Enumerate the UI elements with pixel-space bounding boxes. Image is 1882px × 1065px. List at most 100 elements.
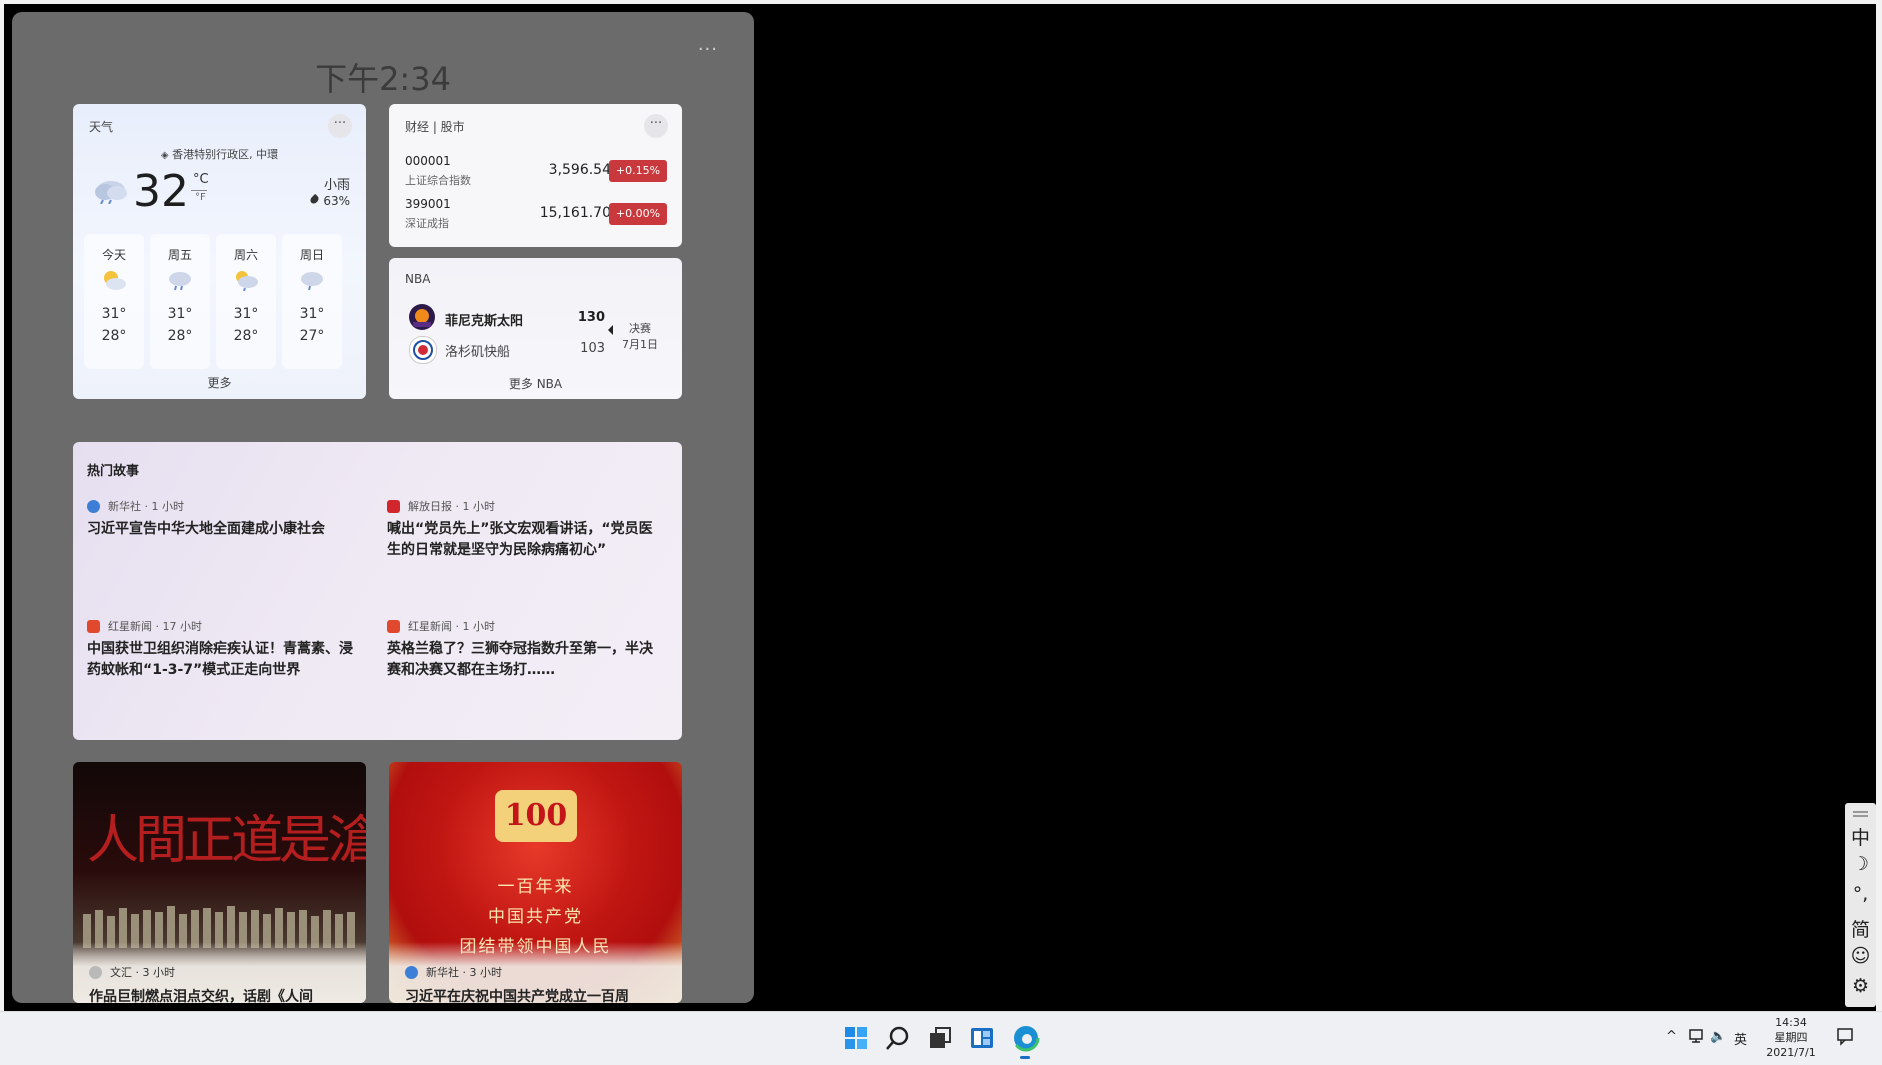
story-title[interactable]: 中国获世卫组织消除疟疾认证！青蒿素、浸药蚊帐和“1-3-7”模式正走向世界 — [87, 639, 357, 681]
hongxing-logo-icon — [87, 619, 100, 633]
finance-more-icon[interactable]: ··· — [644, 114, 668, 138]
edge-browser-icon[interactable] — [1012, 1024, 1040, 1052]
rain-cloud-icon — [282, 262, 342, 298]
chevron-up-icon[interactable]: ^ — [1666, 1029, 1677, 1044]
panel-time: 下午2:34 — [315, 60, 451, 98]
story-source-text: 解放日报 · 1 小时 — [408, 500, 495, 513]
ime-drag-handle[interactable] — [1853, 811, 1868, 813]
stock-change-badge: +0.00% — [609, 203, 667, 225]
active-app-indicator — [1020, 1056, 1030, 1059]
forecast-day[interactable]: 周日 31° 27° — [282, 234, 342, 369]
story-item[interactable]: 解放日报 · 1 小时 喊出“党员先上”张文宏观看讲话，“党员医生的日常就是坚守… — [387, 497, 657, 561]
weather-more-icon[interactable]: ··· — [328, 114, 352, 138]
stock-value: 15,161.70 — [539, 205, 611, 221]
image-card-source-text: 文汇 · 3 小时 — [110, 966, 175, 979]
nba-title: NBA — [405, 272, 431, 286]
game-stage: 决赛 — [629, 322, 651, 335]
story-item[interactable]: 红星新闻 · 17 小时 中国获世卫组织消除疟疾认证！青蒿素、浸药蚊帐和“1-3… — [87, 617, 357, 681]
settings-icon[interactable]: ⚙ — [1845, 975, 1876, 997]
forecast-high: 31° — [101, 306, 127, 322]
forecast-day-name: 周五 — [167, 248, 192, 262]
weather-more-link[interactable]: 更多 — [73, 374, 366, 391]
notification-icon[interactable] — [1836, 1026, 1854, 1046]
stock-name: 上证综合指数 — [405, 174, 471, 187]
stock-code[interactable]: 000001 — [405, 154, 451, 168]
task-view-icon[interactable] — [926, 1024, 954, 1052]
story-source-text: 红星新闻 · 1 小时 — [408, 620, 495, 633]
image-card-title[interactable]: 作品巨制燃点泪点交织，话剧《人间 — [89, 986, 313, 1003]
forecast-low: 28° — [101, 328, 127, 344]
forecast-day[interactable]: 今天 31° 28° — [84, 234, 144, 369]
forecast-low: 28° — [167, 328, 193, 344]
image-card-title[interactable]: 习近平在庆祝中国共产党成立一百周 — [405, 986, 629, 1003]
nba-more-link[interactable]: 更多 NBA — [389, 375, 682, 392]
image-text-line: 中国共产党 — [488, 907, 583, 927]
story-title[interactable]: 喊出“党员先上”张文宏观看讲话，“党员医生的日常就是坚守为民除病痛初心” — [387, 519, 657, 561]
team-score: 130 — [577, 310, 605, 325]
unit-divider — [191, 190, 207, 191]
story-title[interactable]: 习近平宣告中华大地全面建成小康社会 — [87, 519, 357, 540]
weather-condition: 小雨 — [323, 178, 350, 193]
top-stories-widget: 热门故事 新华社 · 1 小时 习近平宣告中华大地全面建成小康社会 解放日报 ·… — [73, 442, 682, 740]
forecast-low: 27° — [299, 328, 325, 344]
image-card-source-text: 新华社 · 3 小时 — [426, 966, 502, 979]
screen-border-left — [0, 0, 4, 1064]
forecast-day[interactable]: 周六 31° 28° — [216, 234, 276, 369]
team-name: 洛杉矶快船 — [445, 345, 511, 360]
forecast-day[interactable]: 周五 31° 28° — [150, 234, 210, 369]
half-width-icon[interactable]: ☽ — [1845, 853, 1876, 875]
image-card-source: 新华社 · 3 小时 — [405, 964, 502, 980]
forecast-high: 31° — [233, 306, 259, 322]
weather-location-text: 香港特别行政区, 中環 — [172, 148, 279, 161]
story-item[interactable]: 红星新闻 · 1 小时 英格兰稳了？三狮夺冠指数升至第一，半决赛和决赛又都在主场… — [387, 617, 657, 681]
screen-border-top — [0, 0, 1882, 4]
story-title[interactable]: 英格兰稳了？三狮夺冠指数升至第一，半决赛和决赛又都在主场打…… — [387, 639, 657, 681]
stock-name: 深证成指 — [405, 217, 449, 230]
weather-widget[interactable]: 天气 ··· ◈ 香港特别行政区, 中環 32 °C °F 小雨 63% 今天 … — [73, 104, 366, 399]
volume-icon[interactable]: 🔈 — [1710, 1029, 1726, 1044]
weather-title: 天气 — [89, 120, 114, 134]
wenhui-logo-icon — [89, 965, 102, 979]
rain-cloud-icon — [95, 181, 127, 204]
start-icon[interactable] — [842, 1024, 870, 1052]
unit-celsius[interactable]: °C — [193, 172, 209, 187]
nba-widget[interactable]: NBA 菲尼克斯太阳 130 洛杉矶快船 103 决赛 7月1日 更多 NBA — [389, 258, 682, 399]
simplified-chinese-button[interactable]: 简 — [1845, 915, 1876, 942]
stock-value: 3,596.54 — [548, 162, 611, 178]
clock-time: 14:34 — [1775, 1016, 1807, 1029]
rain-cloud-icon — [150, 262, 210, 298]
news-image-card[interactable]: 人間正道是滄桑 文汇 · 3 小时 作品巨制燃点泪点交织，话剧《人间 — [73, 762, 366, 1003]
story-source-text: 红星新闻 · 17 小时 — [108, 620, 202, 633]
forecast-day-name: 周日 — [299, 248, 324, 262]
panel-more-icon[interactable]: ... — [698, 34, 718, 55]
current-temperature: 32 — [133, 166, 189, 217]
forecast-low: 28° — [233, 328, 259, 344]
xinhua-logo-icon — [87, 499, 100, 513]
weather-humidity: 63% — [309, 193, 350, 208]
finance-widget[interactable]: 财经 | 股市 ··· 000001 上证综合指数 3,596.54 +0.15… — [389, 104, 682, 247]
ime-mode-button[interactable]: 中 — [1845, 823, 1876, 850]
search-icon[interactable] — [884, 1024, 912, 1052]
weather-location[interactable]: ◈ 香港特别行政区, 中環 — [73, 146, 366, 162]
news-image-card[interactable]: 100 一百年来 中国共产党 团结带领中国人民 新华社 · 3 小时 习近平在庆… — [389, 762, 682, 1003]
unit-fahrenheit[interactable]: °F — [195, 192, 206, 203]
widgets-icon[interactable] — [968, 1024, 996, 1052]
image-card-source: 文汇 · 3 小时 — [89, 964, 175, 980]
hongxing-logo-icon — [387, 619, 400, 633]
forecast-high: 31° — [299, 306, 325, 322]
clock[interactable]: 14:34 星期四 2021/7/1 — [1760, 1015, 1822, 1060]
emoji-icon[interactable]: ☺ — [1845, 945, 1876, 967]
image-calligraphy: 人間正道是滄桑 — [87, 811, 366, 871]
image-text-line: 一百年来 — [497, 877, 574, 897]
story-source: 红星新闻 · 1 小时 — [387, 617, 657, 635]
story-source-text: 新华社 · 1 小时 — [108, 500, 184, 513]
network-icon[interactable] — [1688, 1028, 1706, 1044]
stock-code[interactable]: 399001 — [405, 197, 451, 211]
sun-rain-icon — [216, 262, 276, 298]
ime-drag-handle[interactable] — [1853, 815, 1868, 817]
punctuation-button[interactable]: °, — [1845, 883, 1876, 905]
input-language-indicator[interactable]: 英 — [1734, 1029, 1747, 1048]
story-item[interactable]: 新华社 · 1 小时 习近平宣告中华大地全面建成小康社会 — [87, 497, 357, 540]
ime-toolbar: 中 ☽ °, 简 ☺ ⚙ — [1845, 803, 1876, 1007]
forecast-day-name: 今天 — [101, 248, 126, 262]
